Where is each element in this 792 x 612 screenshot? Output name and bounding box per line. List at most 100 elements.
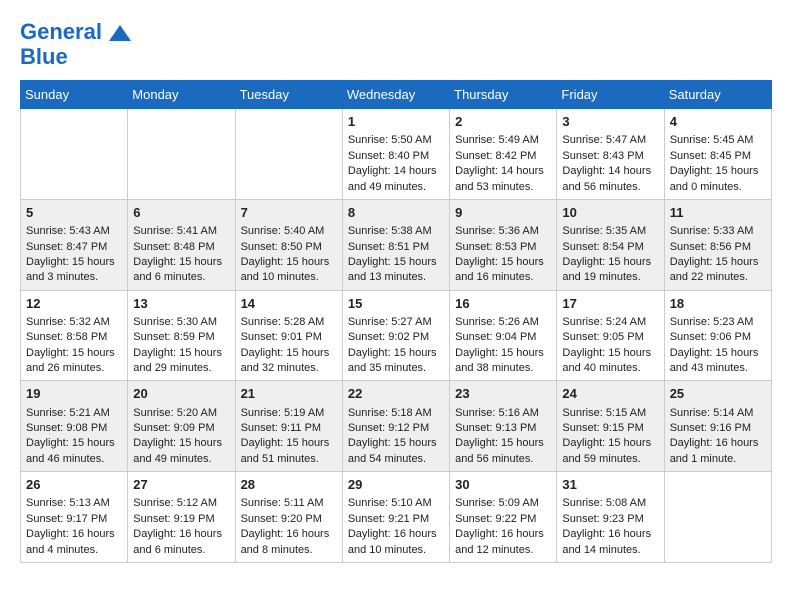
day-info-line: and 46 minutes. xyxy=(26,452,122,467)
day-number: 24 xyxy=(562,385,658,403)
col-header-thursday: Thursday xyxy=(450,81,557,109)
day-info-line: Daylight: 15 hours xyxy=(455,436,551,451)
day-info-line: and 6 minutes. xyxy=(133,543,229,558)
day-info-line: and 22 minutes. xyxy=(670,270,766,285)
day-info-line: Sunset: 8:58 PM xyxy=(26,330,122,345)
day-number: 21 xyxy=(241,385,337,403)
calendar-table: SundayMondayTuesdayWednesdayThursdayFrid… xyxy=(20,80,772,563)
day-info-line: Sunset: 9:09 PM xyxy=(133,421,229,436)
day-info-line: Daylight: 16 hours xyxy=(241,527,337,542)
day-info-line: Daylight: 15 hours xyxy=(455,346,551,361)
day-info-line: Sunrise: 5:49 AM xyxy=(455,133,551,148)
calendar-cell: 23Sunrise: 5:16 AMSunset: 9:13 PMDayligh… xyxy=(450,381,557,472)
day-info-line: and 8 minutes. xyxy=(241,543,337,558)
calendar-cell: 26Sunrise: 5:13 AMSunset: 9:17 PMDayligh… xyxy=(21,472,128,563)
day-info-line: and 10 minutes. xyxy=(241,270,337,285)
calendar-cell: 5Sunrise: 5:43 AMSunset: 8:47 PMDaylight… xyxy=(21,199,128,290)
day-info-line: Daylight: 15 hours xyxy=(241,346,337,361)
day-info-line: Sunset: 8:59 PM xyxy=(133,330,229,345)
day-info-line: Sunset: 9:08 PM xyxy=(26,421,122,436)
calendar-cell: 25Sunrise: 5:14 AMSunset: 9:16 PMDayligh… xyxy=(664,381,771,472)
day-info-line: Sunrise: 5:14 AM xyxy=(670,406,766,421)
day-info-line: Sunset: 9:05 PM xyxy=(562,330,658,345)
day-info-line: Daylight: 15 hours xyxy=(133,436,229,451)
calendar-cell: 28Sunrise: 5:11 AMSunset: 9:20 PMDayligh… xyxy=(235,472,342,563)
calendar-cell: 27Sunrise: 5:12 AMSunset: 9:19 PMDayligh… xyxy=(128,472,235,563)
day-info-line: Sunrise: 5:26 AM xyxy=(455,315,551,330)
day-info-line: Sunset: 8:56 PM xyxy=(670,240,766,255)
day-info-line: Sunset: 8:43 PM xyxy=(562,149,658,164)
day-info-line: and 38 minutes. xyxy=(455,361,551,376)
day-info-line: Daylight: 14 hours xyxy=(562,164,658,179)
day-number: 1 xyxy=(348,113,444,131)
day-info-line: Daylight: 15 hours xyxy=(348,255,444,270)
day-info-line: Sunrise: 5:18 AM xyxy=(348,406,444,421)
page-header: General Blue xyxy=(20,20,772,70)
day-info-line: and 16 minutes. xyxy=(455,270,551,285)
calendar-cell: 22Sunrise: 5:18 AMSunset: 9:12 PMDayligh… xyxy=(342,381,449,472)
calendar-cell: 3Sunrise: 5:47 AMSunset: 8:43 PMDaylight… xyxy=(557,109,664,200)
day-info-line: Sunset: 9:20 PM xyxy=(241,512,337,527)
day-info-line: Sunrise: 5:16 AM xyxy=(455,406,551,421)
day-info-line: and 14 minutes. xyxy=(562,543,658,558)
calendar-week-row: 1Sunrise: 5:50 AMSunset: 8:40 PMDaylight… xyxy=(21,109,772,200)
day-info-line: Daylight: 15 hours xyxy=(241,255,337,270)
day-info-line: Sunrise: 5:38 AM xyxy=(348,224,444,239)
day-info-line: Sunrise: 5:30 AM xyxy=(133,315,229,330)
calendar-week-row: 26Sunrise: 5:13 AMSunset: 9:17 PMDayligh… xyxy=(21,472,772,563)
day-info-line: Sunset: 9:04 PM xyxy=(455,330,551,345)
calendar-cell xyxy=(235,109,342,200)
day-info-line: and 6 minutes. xyxy=(133,270,229,285)
day-number: 2 xyxy=(455,113,551,131)
day-info-line: Sunrise: 5:24 AM xyxy=(562,315,658,330)
calendar-cell: 18Sunrise: 5:23 AMSunset: 9:06 PMDayligh… xyxy=(664,290,771,381)
day-number: 5 xyxy=(26,204,122,222)
day-info-line: Daylight: 15 hours xyxy=(133,255,229,270)
day-number: 7 xyxy=(241,204,337,222)
day-info-line: and 49 minutes. xyxy=(133,452,229,467)
day-info-line: Sunrise: 5:33 AM xyxy=(670,224,766,239)
day-info-line: Daylight: 16 hours xyxy=(133,527,229,542)
calendar-cell: 6Sunrise: 5:41 AMSunset: 8:48 PMDaylight… xyxy=(128,199,235,290)
logo-text: General xyxy=(20,20,132,44)
day-number: 30 xyxy=(455,476,551,494)
day-info-line: Daylight: 16 hours xyxy=(562,527,658,542)
day-info-line: and 10 minutes. xyxy=(348,543,444,558)
day-number: 29 xyxy=(348,476,444,494)
day-info-line: and 59 minutes. xyxy=(562,452,658,467)
day-info-line: Sunrise: 5:45 AM xyxy=(670,133,766,148)
day-info-line: Sunset: 9:19 PM xyxy=(133,512,229,527)
day-info-line: Sunrise: 5:41 AM xyxy=(133,224,229,239)
day-info-line: Sunrise: 5:32 AM xyxy=(26,315,122,330)
calendar-cell: 8Sunrise: 5:38 AMSunset: 8:51 PMDaylight… xyxy=(342,199,449,290)
day-number: 9 xyxy=(455,204,551,222)
day-info-line: Sunset: 9:21 PM xyxy=(348,512,444,527)
day-info-line: Sunset: 9:15 PM xyxy=(562,421,658,436)
calendar-cell: 10Sunrise: 5:35 AMSunset: 8:54 PMDayligh… xyxy=(557,199,664,290)
calendar-cell: 15Sunrise: 5:27 AMSunset: 9:02 PMDayligh… xyxy=(342,290,449,381)
calendar-cell: 20Sunrise: 5:20 AMSunset: 9:09 PMDayligh… xyxy=(128,381,235,472)
day-info-line: Sunset: 9:02 PM xyxy=(348,330,444,345)
calendar-header-row: SundayMondayTuesdayWednesdayThursdayFrid… xyxy=(21,81,772,109)
day-info-line: Sunset: 8:48 PM xyxy=(133,240,229,255)
col-header-monday: Monday xyxy=(128,81,235,109)
day-info-line: and 51 minutes. xyxy=(241,452,337,467)
day-info-line: Sunset: 9:16 PM xyxy=(670,421,766,436)
day-number: 25 xyxy=(670,385,766,403)
day-info-line: and 29 minutes. xyxy=(133,361,229,376)
day-info-line: Sunrise: 5:35 AM xyxy=(562,224,658,239)
day-number: 11 xyxy=(670,204,766,222)
day-info-line: Sunset: 8:53 PM xyxy=(455,240,551,255)
day-info-line: Sunset: 8:54 PM xyxy=(562,240,658,255)
day-number: 19 xyxy=(26,385,122,403)
day-info-line: Daylight: 15 hours xyxy=(348,436,444,451)
day-info-line: and 56 minutes. xyxy=(562,180,658,195)
day-info-line: and 19 minutes. xyxy=(562,270,658,285)
calendar-cell: 4Sunrise: 5:45 AMSunset: 8:45 PMDaylight… xyxy=(664,109,771,200)
day-info-line: Sunset: 9:01 PM xyxy=(241,330,337,345)
day-number: 8 xyxy=(348,204,444,222)
day-info-line: Sunrise: 5:08 AM xyxy=(562,496,658,511)
day-info-line: Sunrise: 5:19 AM xyxy=(241,406,337,421)
calendar-cell: 9Sunrise: 5:36 AMSunset: 8:53 PMDaylight… xyxy=(450,199,557,290)
calendar-cell: 30Sunrise: 5:09 AMSunset: 9:22 PMDayligh… xyxy=(450,472,557,563)
